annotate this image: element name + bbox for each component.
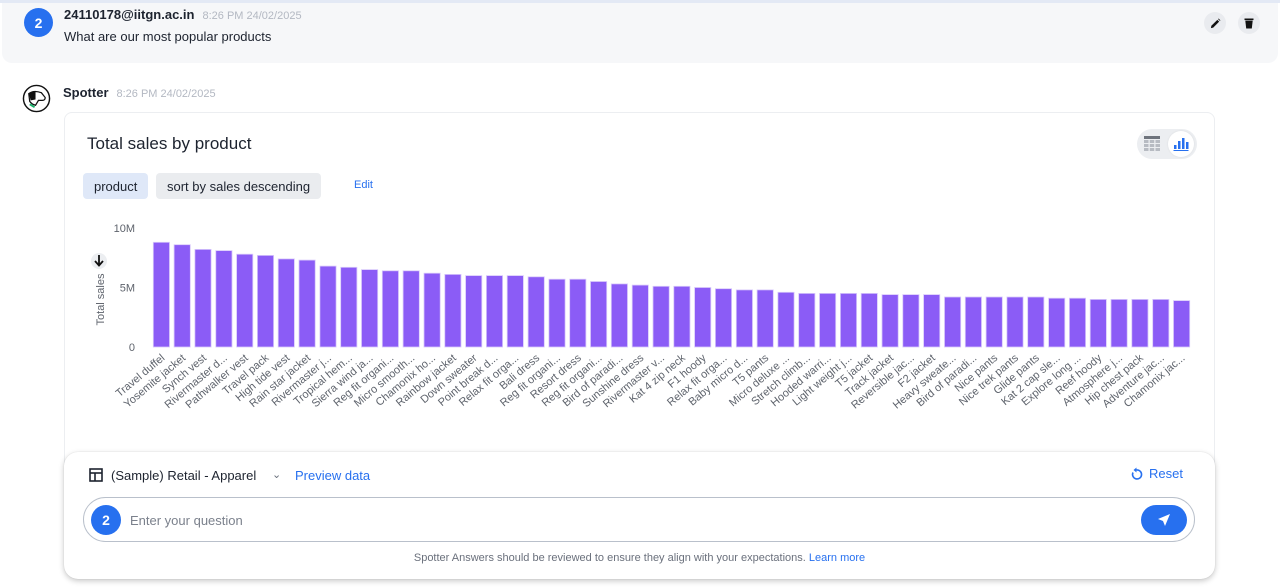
bar[interactable] bbox=[548, 278, 566, 348]
bar[interactable] bbox=[340, 266, 358, 348]
composer-avatar: 2 bbox=[91, 505, 121, 535]
bar[interactable] bbox=[590, 281, 608, 348]
send-icon bbox=[1158, 514, 1170, 526]
bar[interactable] bbox=[715, 288, 733, 348]
bar[interactable] bbox=[1006, 296, 1024, 348]
question-input[interactable] bbox=[130, 510, 1130, 530]
bar[interactable] bbox=[298, 259, 316, 348]
edit-message-button[interactable] bbox=[1204, 12, 1226, 34]
bar[interactable] bbox=[569, 278, 587, 348]
edit-query-link[interactable]: Edit bbox=[354, 179, 373, 191]
bar[interactable] bbox=[506, 275, 524, 348]
bar[interactable] bbox=[173, 244, 191, 348]
bar[interactable] bbox=[1110, 299, 1128, 348]
bar[interactable] bbox=[777, 291, 795, 348]
chart-view-button[interactable] bbox=[1168, 131, 1194, 157]
datasource-selector[interactable]: (Sample) Retail - Apparel bbox=[111, 468, 256, 483]
y-tick-label: 5M bbox=[120, 283, 135, 295]
bar[interactable] bbox=[881, 294, 899, 348]
datasource-table-icon bbox=[89, 468, 103, 482]
reset-button[interactable]: Reset bbox=[1130, 466, 1183, 481]
bar[interactable] bbox=[215, 250, 233, 348]
bar[interactable] bbox=[381, 270, 399, 348]
bar[interactable] bbox=[756, 289, 774, 348]
user-message-header: 24110178@iitgn.ac.in 8:26 PM 24/02/2025 bbox=[64, 7, 302, 22]
spotter-timestamp: 8:26 PM 24/02/2025 bbox=[116, 88, 216, 100]
user-name: 24110178@iitgn.ac.in bbox=[64, 7, 195, 22]
bar-chart: 05M10MTotal salesTravel duffelYosemite j… bbox=[91, 223, 1191, 412]
bar[interactable] bbox=[840, 293, 858, 348]
chip-product[interactable]: product bbox=[83, 173, 149, 199]
table-icon[interactable] bbox=[1143, 135, 1161, 153]
bar[interactable] bbox=[819, 293, 837, 348]
edit-icon bbox=[1210, 18, 1220, 28]
bar[interactable] bbox=[485, 275, 503, 348]
bar[interactable] bbox=[673, 285, 691, 348]
bar[interactable] bbox=[923, 294, 941, 348]
bar[interactable] bbox=[1173, 300, 1191, 348]
bar[interactable] bbox=[652, 285, 670, 348]
bar[interactable] bbox=[319, 265, 337, 348]
bar[interactable] bbox=[610, 283, 628, 348]
bar[interactable] bbox=[256, 255, 274, 348]
y-axis-label: Total sales bbox=[95, 273, 107, 325]
bar[interactable] bbox=[902, 294, 920, 348]
bar[interactable] bbox=[465, 275, 483, 348]
bar[interactable] bbox=[361, 269, 379, 348]
bar[interactable] bbox=[1131, 299, 1149, 348]
user-message: 2 24110178@iitgn.ac.in 8:26 PM 24/02/2025… bbox=[2, 3, 1278, 63]
bar[interactable] bbox=[735, 289, 753, 348]
reset-icon bbox=[1131, 467, 1143, 480]
delete-icon bbox=[1244, 18, 1254, 28]
bar[interactable] bbox=[527, 276, 545, 348]
reset-label: Reset bbox=[1149, 466, 1183, 481]
spotter-name: Spotter bbox=[63, 85, 109, 100]
disclaimer-text: Spotter Answers should be reviewed to en… bbox=[413, 552, 806, 564]
bar[interactable] bbox=[985, 296, 1003, 348]
y-tick-label: 0 bbox=[129, 342, 135, 354]
spotter-logo-icon bbox=[22, 84, 51, 113]
bar[interactable] bbox=[423, 272, 441, 348]
user-avatar: 2 bbox=[24, 8, 53, 37]
spotter-message-header: Spotter 8:26 PM 24/02/2025 bbox=[63, 85, 216, 100]
bar[interactable] bbox=[194, 249, 212, 348]
chart-icon bbox=[1173, 138, 1189, 151]
question-composer: (Sample) Retail - Apparel ⌄ Preview data… bbox=[64, 452, 1215, 579]
answer-card: Total sales by product product sort by s… bbox=[64, 112, 1215, 472]
bar[interactable] bbox=[402, 270, 420, 348]
bar[interactable] bbox=[694, 287, 712, 348]
bar[interactable] bbox=[1152, 299, 1170, 348]
bar[interactable] bbox=[1048, 297, 1066, 348]
learn-more-link[interactable]: Learn more bbox=[809, 552, 865, 564]
chevron-down-icon[interactable]: ⌄ bbox=[272, 468, 281, 481]
view-toggle bbox=[1137, 129, 1197, 159]
preview-data-link[interactable]: Preview data bbox=[295, 468, 370, 483]
bar[interactable] bbox=[631, 284, 649, 348]
bar[interactable] bbox=[1089, 299, 1107, 348]
question-input-wrapper: 2 bbox=[83, 497, 1195, 542]
bar[interactable] bbox=[1069, 297, 1087, 348]
bar[interactable] bbox=[1027, 296, 1045, 348]
disclaimer: Spotter Answers should be reviewed to en… bbox=[64, 552, 1215, 564]
bar[interactable] bbox=[152, 241, 170, 348]
send-button[interactable] bbox=[1141, 505, 1187, 535]
answer-title: Total sales by product bbox=[87, 134, 252, 153]
bar[interactable] bbox=[444, 274, 462, 348]
y-tick-label: 10M bbox=[114, 223, 135, 235]
chip-sort[interactable]: sort by sales descending bbox=[156, 173, 322, 199]
delete-message-button[interactable] bbox=[1238, 12, 1260, 34]
user-timestamp: 8:26 PM 24/02/2025 bbox=[202, 10, 302, 22]
user-question-text: What are our most popular products bbox=[64, 29, 272, 44]
bar[interactable] bbox=[277, 258, 295, 348]
bar[interactable] bbox=[964, 296, 982, 348]
bar[interactable] bbox=[236, 253, 254, 348]
bar[interactable] bbox=[798, 293, 816, 348]
bar[interactable] bbox=[860, 293, 878, 348]
bar[interactable] bbox=[944, 296, 962, 348]
